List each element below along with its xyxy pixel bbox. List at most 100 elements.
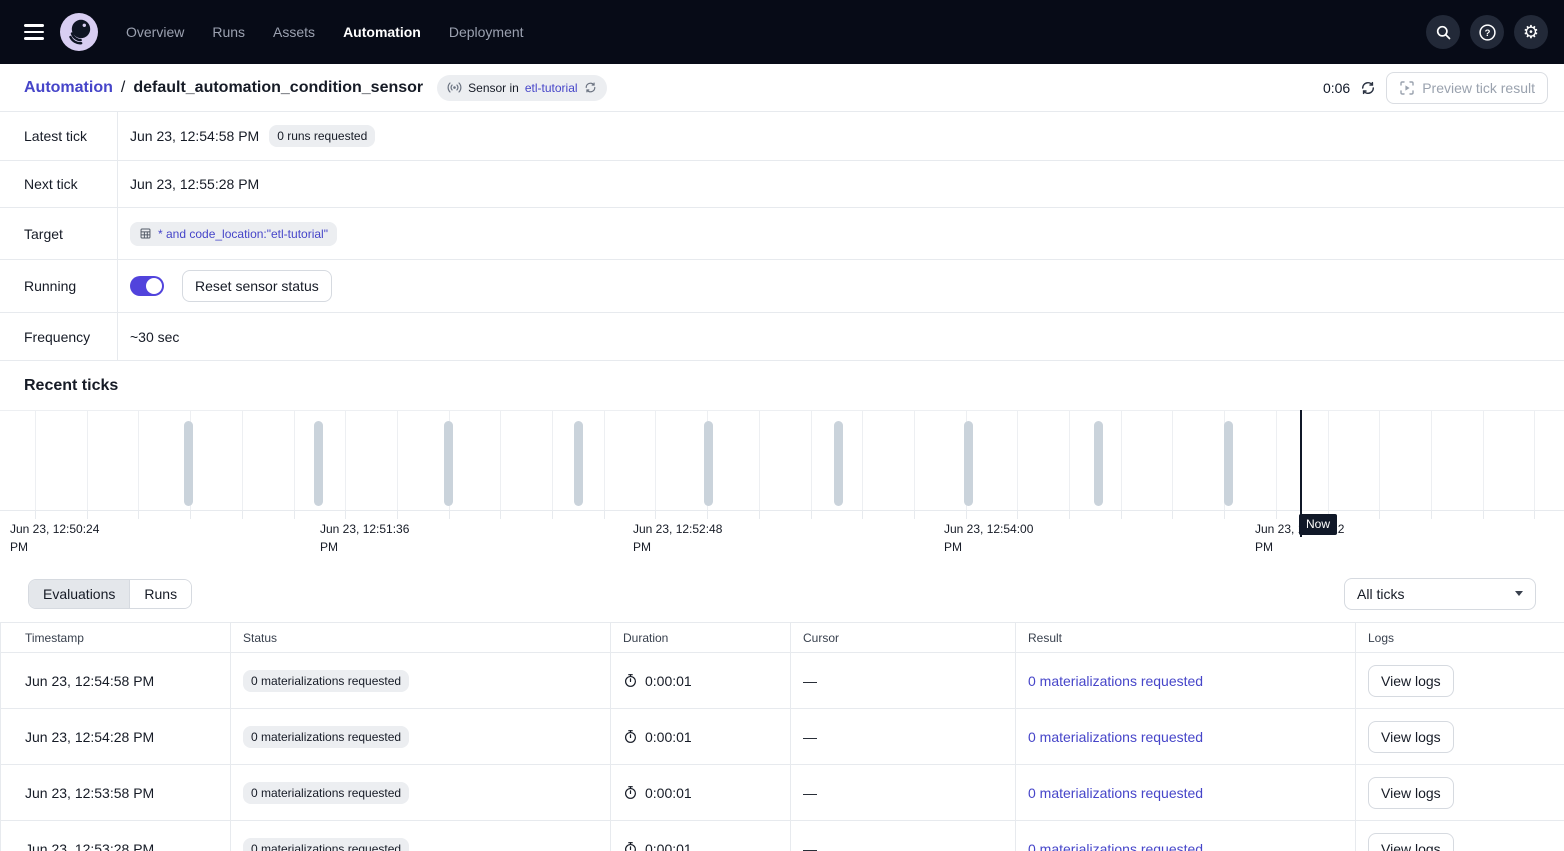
axis-tick	[87, 511, 88, 519]
running-toggle[interactable]	[130, 276, 164, 296]
dagster-logo[interactable]	[60, 13, 98, 51]
code-location-link[interactable]: etl-tutorial	[525, 81, 578, 95]
stopwatch-icon	[623, 729, 638, 744]
tick-bar[interactable]	[834, 421, 843, 506]
settings-button[interactable]: ⚙	[1514, 15, 1548, 49]
tick-bar[interactable]	[1224, 421, 1233, 506]
stopwatch-icon	[623, 841, 638, 851]
axis-tick	[1483, 511, 1484, 519]
nav-item-deployment[interactable]: Deployment	[449, 24, 524, 40]
timeline-gridline	[552, 411, 553, 511]
frequency-label: Frequency	[0, 313, 118, 360]
col-duration: Duration	[611, 623, 791, 652]
tick-result-link[interactable]: 0 materializations requested	[1028, 729, 1203, 745]
timeline-gridline	[1379, 411, 1380, 511]
tick-bar[interactable]	[314, 421, 323, 506]
nav-item-runs[interactable]: Runs	[212, 24, 245, 40]
timeline-gridline	[811, 411, 812, 511]
tick-bar[interactable]	[704, 421, 713, 506]
sensor-details: Latest tick Jun 23, 12:54:58 PM 0 runs r…	[0, 112, 1564, 361]
axis-tick	[1224, 511, 1225, 519]
timeline-chart[interactable]	[0, 410, 1564, 510]
axis-tick	[1172, 511, 1173, 519]
view-logs-button[interactable]: View logs	[1368, 777, 1454, 809]
recent-ticks-header: Recent ticks	[0, 361, 1564, 410]
axis-tick	[1379, 511, 1380, 519]
running-label: Running	[0, 260, 118, 312]
timeline-gridline	[345, 411, 346, 511]
refresh-icon	[1360, 80, 1376, 96]
frequency-value: ~30 sec	[130, 329, 179, 345]
tick-bar[interactable]	[574, 421, 583, 506]
table-row: Jun 23, 12:53:58 PM 0 materializations r…	[1, 765, 1564, 821]
view-logs-button[interactable]: View logs	[1368, 721, 1454, 753]
search-icon	[1435, 24, 1452, 41]
axis-tick	[190, 511, 191, 519]
view-logs-button[interactable]: View logs	[1368, 833, 1454, 851]
svg-text:?: ?	[1484, 28, 1490, 39]
timeline-gridline	[397, 411, 398, 511]
chevron-down-icon	[1515, 591, 1523, 596]
nav-item-automation[interactable]: Automation	[343, 24, 421, 40]
tick-timestamp: Jun 23, 12:54:58 PM	[25, 673, 154, 689]
axis-tick	[1121, 511, 1122, 519]
latest-tick-row: Latest tick Jun 23, 12:54:58 PM 0 runs r…	[0, 112, 1564, 161]
axis-label: Jun 23, 12:50:24 PM	[10, 520, 99, 556]
tick-cursor: —	[803, 673, 817, 689]
reload-location-icon[interactable]	[584, 81, 597, 94]
tick-timestamp: Jun 23, 12:53:28 PM	[25, 841, 154, 851]
toggle-knob	[146, 278, 162, 294]
view-logs-button[interactable]: View logs	[1368, 665, 1454, 697]
tick-cursor: —	[803, 785, 817, 801]
axis-tick	[552, 511, 553, 519]
tick-result-link[interactable]: 0 materializations requested	[1028, 785, 1203, 801]
tick-status-badge: 0 materializations requested	[243, 726, 409, 748]
tick-bar[interactable]	[1094, 421, 1103, 506]
nav-item-overview[interactable]: Overview	[126, 24, 184, 40]
target-selection-link[interactable]: * and code_location:"etl-tutorial"	[158, 227, 328, 241]
view-mode-tabs: Evaluations Runs	[28, 579, 192, 609]
axis-tick	[1069, 511, 1070, 519]
timeline-gridline	[1534, 411, 1535, 511]
sensor-icon	[447, 80, 462, 95]
timeline-gridline	[500, 411, 501, 511]
col-result: Result	[1016, 623, 1356, 652]
refresh-button[interactable]	[1360, 80, 1376, 96]
help-icon: ?	[1478, 23, 1497, 42]
hamburger-menu-icon[interactable]	[16, 14, 52, 50]
tick-cursor: —	[803, 729, 817, 745]
tick-duration: 0:00:01	[645, 673, 692, 689]
timeline-gridline	[35, 411, 36, 511]
preview-tick-result-button[interactable]: Preview tick result	[1386, 72, 1548, 104]
tick-result-link[interactable]: 0 materializations requested	[1028, 841, 1203, 851]
nav-item-assets[interactable]: Assets	[273, 24, 315, 40]
tab-evaluations[interactable]: Evaluations	[29, 580, 129, 608]
tick-bar[interactable]	[184, 421, 193, 506]
reset-sensor-status-button[interactable]: Reset sensor status	[182, 270, 332, 302]
tick-duration: 0:00:01	[645, 841, 692, 851]
latest-tick-label: Latest tick	[0, 112, 118, 160]
tick-status-badge: 0 materializations requested	[243, 670, 409, 692]
axis-tick	[604, 511, 605, 519]
axis-tick	[966, 511, 967, 519]
help-button[interactable]: ?	[1470, 15, 1504, 49]
tick-bar[interactable]	[444, 421, 453, 506]
running-row: Running Reset sensor status	[0, 260, 1564, 313]
axis-label: Jun 23, 12:54:00 PM	[944, 520, 1033, 556]
tick-status-filter[interactable]: All ticks	[1344, 578, 1536, 610]
search-button[interactable]	[1426, 15, 1460, 49]
timeline-gridline	[294, 411, 295, 511]
asset-table-icon	[139, 227, 152, 240]
tab-runs[interactable]: Runs	[129, 580, 191, 608]
tick-status-filter-value: All ticks	[1357, 586, 1404, 602]
header-actions: 0:06 Preview tick result	[1323, 72, 1548, 104]
breadcrumb-automation-link[interactable]: Automation	[24, 79, 113, 97]
table-row: Jun 23, 12:54:28 PM 0 materializations r…	[1, 709, 1564, 765]
axis-tick	[655, 511, 656, 519]
recent-ticks-timeline: Jun 23, 12:50:24 PMJun 23, 12:51:36 PMJu…	[0, 410, 1564, 565]
axis-tick	[242, 511, 243, 519]
tick-bar[interactable]	[964, 421, 973, 506]
tick-result-link[interactable]: 0 materializations requested	[1028, 673, 1203, 689]
tick-duration: 0:00:01	[645, 785, 692, 801]
axis-tick	[862, 511, 863, 519]
